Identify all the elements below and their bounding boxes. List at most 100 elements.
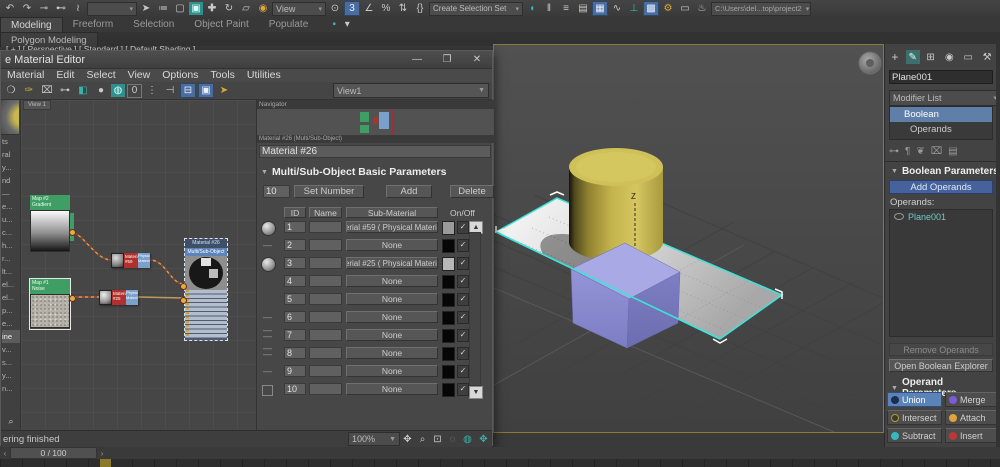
row-id-field[interactable]: 6 bbox=[284, 311, 306, 323]
menu-options[interactable]: Options bbox=[156, 69, 204, 81]
select-and-scale-icon[interactable]: ▱ bbox=[238, 1, 254, 16]
row-onoff-checkbox[interactable] bbox=[457, 293, 469, 306]
row-name-field[interactable] bbox=[309, 221, 342, 233]
modify-tab-icon[interactable]: ✎ bbox=[906, 50, 920, 64]
browser-item[interactable]: u... bbox=[2, 213, 20, 226]
slate-material-editor-icon[interactable]: ▩ bbox=[643, 1, 659, 16]
column-id-button[interactable]: ID bbox=[284, 207, 306, 218]
pan-hand-icon[interactable]: ✥ bbox=[400, 432, 415, 447]
row-onoff-checkbox[interactable] bbox=[457, 365, 469, 378]
browser-preview-thumbnail[interactable] bbox=[1, 100, 19, 135]
intersect-button[interactable]: Intersect bbox=[887, 410, 942, 425]
select-and-move-icon[interactable]: ✚ bbox=[204, 1, 220, 16]
browser-item[interactable]: s... bbox=[2, 356, 20, 369]
menu-tools[interactable]: Tools bbox=[204, 69, 241, 81]
node-material-25[interactable]: Material #25 Physical Material bbox=[99, 290, 138, 305]
display-tab-icon[interactable]: ▭ bbox=[960, 50, 976, 65]
remove-modifier-icon[interactable]: ⌧ bbox=[931, 146, 943, 157]
time-slider[interactable]: 0 / 100 bbox=[10, 447, 97, 459]
row-color-swatch[interactable] bbox=[442, 257, 455, 271]
hierarchy-tab-icon[interactable]: ⊞ bbox=[923, 50, 939, 65]
percent-snap-icon[interactable]: % bbox=[378, 1, 394, 16]
zoom-extents-icon[interactable]: ◌ bbox=[445, 432, 460, 447]
noise-thumbnail[interactable] bbox=[30, 294, 70, 328]
rect-select-region-icon[interactable]: ▢ bbox=[172, 1, 188, 16]
scene-explorer-icon[interactable]: ▤ bbox=[575, 1, 591, 16]
open-boolean-explorer-button[interactable]: Open Boolean Explorer bbox=[889, 359, 993, 372]
row-submaterial-button[interactable]: None bbox=[346, 365, 438, 377]
ribbon-tab-populate[interactable]: Populate bbox=[259, 17, 318, 32]
project-path-box[interactable]: C:\Users\del...top\project2▾ bbox=[711, 2, 811, 16]
row-submaterial-button[interactable]: None bbox=[346, 347, 438, 359]
row-color-swatch[interactable] bbox=[442, 365, 455, 379]
move-children-icon[interactable]: ⊶ bbox=[57, 83, 73, 98]
ref-coordinate-dropdown[interactable]: View▾ bbox=[272, 2, 326, 16]
row-name-field[interactable] bbox=[309, 275, 342, 287]
row-onoff-checkbox[interactable] bbox=[457, 329, 469, 342]
row-onoff-checkbox[interactable] bbox=[457, 275, 469, 288]
stack-item-boolean[interactable]: Boolean bbox=[890, 107, 992, 122]
rollout-collapse-icon[interactable]: ▼ bbox=[891, 168, 898, 175]
remove-operands-button[interactable]: Remove Operands bbox=[889, 343, 993, 356]
row-color-swatch[interactable] bbox=[442, 383, 455, 397]
minimize-icon[interactable]: — bbox=[402, 52, 432, 67]
row-id-field[interactable]: 2 bbox=[284, 239, 306, 251]
node-side-strip[interactable] bbox=[70, 213, 74, 241]
material-name-field[interactable]: Material #26 bbox=[259, 145, 491, 158]
create-tab-icon[interactable]: + bbox=[887, 50, 903, 65]
browser-search-icon[interactable]: ⌕ bbox=[3, 414, 19, 429]
attach-button[interactable]: Attach bbox=[945, 410, 999, 425]
rendered-frame-icon[interactable]: ▭ bbox=[677, 1, 693, 16]
row-id-field[interactable]: 4 bbox=[284, 275, 306, 287]
delete-button[interactable]: Delete bbox=[450, 185, 494, 198]
row-color-swatch[interactable] bbox=[442, 347, 455, 361]
row-onoff-checkbox[interactable] bbox=[457, 221, 469, 234]
prev-frame-arrow[interactable]: ‹ bbox=[0, 449, 10, 458]
node-map-gradient[interactable]: Map #2 Gradient bbox=[30, 195, 70, 253]
snap-toggle-icon[interactable]: 3 bbox=[344, 1, 360, 16]
navigator-header[interactable]: Navigator bbox=[257, 100, 495, 109]
row-submaterial-button[interactable]: None bbox=[346, 239, 438, 251]
union-button[interactable]: Union bbox=[887, 392, 942, 407]
browser-item[interactable]: el... bbox=[2, 291, 20, 304]
browser-item[interactable]: e... bbox=[2, 317, 20, 330]
browser-item[interactable]: r... bbox=[2, 252, 20, 265]
merge-button[interactable]: Merge bbox=[945, 392, 999, 407]
add-operands-button[interactable]: Add Operands bbox=[889, 180, 993, 194]
ribbon-tab-modeling[interactable]: Modeling bbox=[0, 17, 63, 33]
submaterial-preview[interactable] bbox=[261, 257, 276, 272]
browser-item[interactable]: nd bbox=[2, 174, 20, 187]
layout-children-icon[interactable]: ▣ bbox=[198, 83, 214, 98]
row-name-field[interactable] bbox=[309, 239, 342, 251]
row-name-field[interactable] bbox=[309, 347, 342, 359]
delete-selected-icon[interactable]: ⌧ bbox=[39, 83, 55, 98]
eye-icon[interactable] bbox=[894, 213, 904, 220]
close-icon[interactable]: ✕ bbox=[462, 52, 492, 67]
motion-tab-icon[interactable]: ◉ bbox=[942, 50, 958, 65]
show-shaded-map-icon[interactable]: ● bbox=[93, 83, 109, 98]
row-name-field[interactable] bbox=[309, 311, 342, 323]
browser-item[interactable]: v... bbox=[2, 343, 20, 356]
scroll-track[interactable] bbox=[469, 232, 481, 386]
row-submaterial-button[interactable]: None bbox=[346, 293, 438, 305]
ribbon-minimize-icon[interactable]: ▾ bbox=[342, 17, 352, 32]
next-frame-arrow[interactable]: › bbox=[97, 449, 107, 458]
menu-select[interactable]: Select bbox=[80, 69, 121, 81]
row-color-swatch[interactable] bbox=[442, 293, 455, 307]
boolean-parameters-rollout[interactable]: ▼ Boolean Parameters bbox=[891, 166, 999, 177]
browser-item[interactable]: y... bbox=[2, 161, 20, 174]
undo-icon[interactable]: ↶ bbox=[2, 1, 18, 16]
operand-list-item[interactable]: Plane001 bbox=[890, 210, 992, 223]
me-title-bar[interactable]: e Material Editor — ❐ ✕ bbox=[1, 51, 492, 69]
row-onoff-checkbox[interactable] bbox=[457, 311, 469, 324]
rollout-collapse-icon[interactable]: ▼ bbox=[261, 169, 268, 176]
select-object-icon[interactable]: ➤ bbox=[138, 1, 154, 16]
select-tool-icon[interactable]: ➤ bbox=[216, 83, 232, 98]
basic-parameters-rollout[interactable]: ▼ Multi/Sub-Object Basic Parameters bbox=[261, 166, 446, 178]
row-name-field[interactable] bbox=[309, 329, 342, 341]
viewport[interactable]: Z bbox=[493, 44, 884, 433]
insert-button[interactable]: Insert bbox=[945, 428, 999, 443]
row-name-field[interactable] bbox=[309, 365, 342, 377]
row-id-field[interactable]: 1 bbox=[284, 221, 306, 233]
schematic-view-icon[interactable]: ⊥ bbox=[626, 1, 642, 16]
